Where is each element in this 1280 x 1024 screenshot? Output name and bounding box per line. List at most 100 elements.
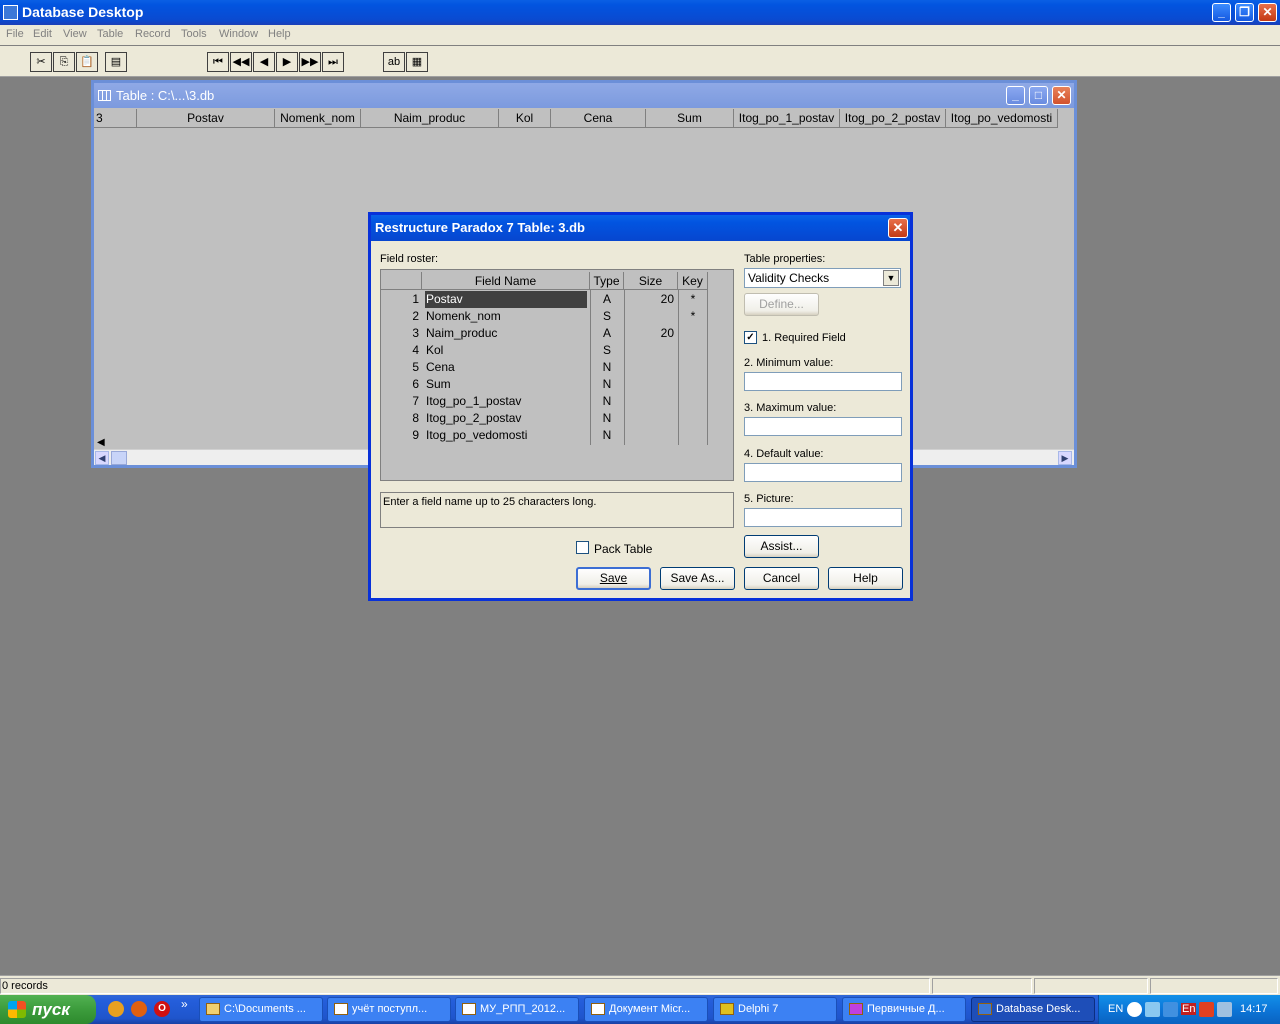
field-size-cell[interactable]: 20 bbox=[625, 325, 677, 342]
network-icon[interactable] bbox=[1145, 1002, 1160, 1017]
taskbar-item-uchet[interactable]: учёт поступл... bbox=[327, 997, 451, 1022]
more-quicklaunch-icon[interactable]: » bbox=[181, 997, 188, 1011]
field-type-cell[interactable]: N bbox=[591, 410, 623, 427]
column-header[interactable]: Postav bbox=[137, 109, 275, 128]
field-key-cell[interactable]: * bbox=[679, 291, 707, 308]
field-roster-grid[interactable]: Field Name Type Size Key 1 Postav A 20 *… bbox=[380, 269, 734, 481]
table-properties-select[interactable]: Validity Checks ▼ bbox=[744, 268, 901, 288]
menu-file[interactable]: File bbox=[6, 28, 24, 40]
roster-row[interactable]: 6 Sum N bbox=[381, 376, 735, 393]
taskbar-item-documents[interactable]: C:\Documents ... bbox=[199, 997, 323, 1022]
minimum-value-input[interactable] bbox=[744, 372, 902, 391]
scroll-thumb[interactable] bbox=[111, 451, 127, 465]
close-button[interactable]: ✕ bbox=[1258, 3, 1277, 22]
dialog-titlebar[interactable]: Restructure Paradox 7 Table: 3.db ✕ bbox=[371, 215, 910, 241]
save-as-button[interactable]: Save As... bbox=[660, 567, 735, 590]
copy-icon[interactable]: ⎘ bbox=[53, 52, 75, 72]
first-record-icon[interactable]: ⏮ bbox=[207, 52, 229, 72]
pack-table-label[interactable]: Pack Table bbox=[594, 542, 652, 556]
edit-data-icon[interactable]: ▦ bbox=[406, 52, 428, 72]
table-minimize-button[interactable]: _ bbox=[1006, 86, 1025, 105]
menu-tools[interactable]: Tools bbox=[181, 28, 207, 40]
taskbar-item-pervichnye[interactable]: Первичные Д... bbox=[842, 997, 966, 1022]
column-header[interactable]: Kol bbox=[499, 109, 551, 128]
required-field-label[interactable]: 1. Required Field bbox=[762, 332, 846, 344]
minimize-button[interactable]: _ bbox=[1212, 3, 1231, 22]
clock[interactable]: 14:17 bbox=[1240, 1003, 1268, 1015]
field-name-cell[interactable]: Sum bbox=[425, 376, 587, 393]
roster-row[interactable]: 4 Kol S bbox=[381, 342, 735, 359]
taskbar-item-mu-rpp[interactable]: МУ_РПП_2012... bbox=[455, 997, 579, 1022]
table-window-titlebar[interactable]: Table : C:\...\3.db _ □ ✕ bbox=[94, 83, 1074, 108]
maximum-value-input[interactable] bbox=[744, 417, 902, 436]
field-view-icon[interactable]: ab bbox=[383, 52, 405, 72]
save-button[interactable]: Save bbox=[576, 567, 651, 590]
column-header[interactable]: Itog_po_2_postav bbox=[840, 109, 946, 128]
menu-table[interactable]: Table bbox=[97, 28, 123, 40]
cut-icon[interactable]: ✂ bbox=[30, 52, 52, 72]
prev-record-icon[interactable]: ◀ bbox=[253, 52, 275, 72]
field-name-cell[interactable]: Postav bbox=[425, 291, 587, 308]
field-type-cell[interactable]: S bbox=[591, 342, 623, 359]
tray-expand-icon[interactable] bbox=[1127, 1002, 1142, 1017]
field-type-cell[interactable]: S bbox=[591, 308, 623, 325]
menu-edit[interactable]: Edit bbox=[33, 28, 52, 40]
field-name-cell[interactable]: Itog_po_2_postav bbox=[425, 410, 587, 427]
column-header[interactable]: Nomenk_nom bbox=[275, 109, 361, 128]
firefox-icon[interactable] bbox=[131, 1001, 147, 1017]
field-name-cell[interactable]: Nomenk_nom bbox=[425, 308, 587, 325]
start-button[interactable]: пуск bbox=[0, 995, 96, 1024]
menu-window[interactable]: Window bbox=[219, 28, 258, 40]
field-type-cell[interactable]: N bbox=[591, 376, 623, 393]
field-type-cell[interactable]: N bbox=[591, 427, 623, 444]
prev-set-icon[interactable]: ◀◀ bbox=[230, 52, 252, 72]
field-name-cell[interactable]: Cena bbox=[425, 359, 587, 376]
field-type-cell[interactable]: N bbox=[591, 393, 623, 410]
opera-icon[interactable]: O bbox=[154, 1001, 170, 1017]
taskbar-item-delphi[interactable]: Delphi 7 bbox=[713, 997, 837, 1022]
roster-row[interactable]: 7 Itog_po_1_postav N bbox=[381, 393, 735, 410]
table-maximize-button[interactable]: □ bbox=[1029, 86, 1048, 105]
field-name-cell[interactable]: Kol bbox=[425, 342, 587, 359]
roster-row[interactable]: 1 Postav A 20 * bbox=[381, 291, 735, 308]
column-header[interactable]: Naim_produc bbox=[361, 109, 499, 128]
paste-icon[interactable]: 📋 bbox=[76, 52, 98, 72]
column-header[interactable]: Sum bbox=[646, 109, 734, 128]
roster-row[interactable]: 9 Itog_po_vedomosti N bbox=[381, 427, 735, 444]
field-type-cell[interactable]: N bbox=[591, 359, 623, 376]
roster-row[interactable]: 3 Naim_produc A 20 bbox=[381, 325, 735, 342]
menu-record[interactable]: Record bbox=[135, 28, 170, 40]
antivirus-icon[interactable] bbox=[1199, 1002, 1214, 1017]
assist-button[interactable]: Assist... bbox=[744, 535, 819, 558]
pack-table-checkbox[interactable] bbox=[576, 541, 589, 554]
next-set-icon[interactable]: ▶▶ bbox=[299, 52, 321, 72]
chevron-down-icon[interactable]: ▼ bbox=[883, 270, 899, 286]
table-view-icon[interactable]: ▤ bbox=[105, 52, 127, 72]
volume-icon[interactable] bbox=[1217, 1002, 1232, 1017]
define-button[interactable]: Define... bbox=[744, 293, 819, 316]
field-name-cell[interactable]: Naim_produc bbox=[425, 325, 587, 342]
default-value-input[interactable] bbox=[744, 463, 902, 482]
picture-input[interactable] bbox=[744, 508, 902, 527]
security-icon[interactable] bbox=[1163, 1002, 1178, 1017]
column-header[interactable]: Itog_po_1_postav bbox=[734, 109, 840, 128]
roster-row[interactable]: 8 Itog_po_2_postav N bbox=[381, 410, 735, 427]
field-name-cell[interactable]: Itog_po_vedomosti bbox=[425, 427, 587, 444]
table-close-button[interactable]: ✕ bbox=[1052, 86, 1071, 105]
field-type-cell[interactable]: A bbox=[591, 325, 623, 342]
field-key-cell[interactable]: * bbox=[679, 308, 707, 325]
field-size-cell[interactable]: 20 bbox=[625, 291, 677, 308]
menu-view[interactable]: View bbox=[63, 28, 87, 40]
field-type-cell[interactable]: A bbox=[591, 291, 623, 308]
required-field-checkbox[interactable]: ✓ bbox=[744, 331, 757, 344]
keyboard-layout-indicator[interactable]: En bbox=[1181, 1003, 1197, 1015]
pane-divider-arrow-icon[interactable]: ◀ bbox=[97, 437, 105, 448]
column-header[interactable]: Itog_po_vedomosti bbox=[946, 109, 1058, 128]
last-record-icon[interactable]: ⏭ bbox=[322, 52, 344, 72]
scroll-right-icon[interactable]: ▶ bbox=[1058, 451, 1072, 465]
language-indicator[interactable]: EN bbox=[1108, 1003, 1123, 1015]
taskbar-item-document-microsoft[interactable]: Документ Micr... bbox=[584, 997, 708, 1022]
menu-help[interactable]: Help bbox=[268, 28, 291, 40]
next-record-icon[interactable]: ▶ bbox=[276, 52, 298, 72]
cancel-button[interactable]: Cancel bbox=[744, 567, 819, 590]
